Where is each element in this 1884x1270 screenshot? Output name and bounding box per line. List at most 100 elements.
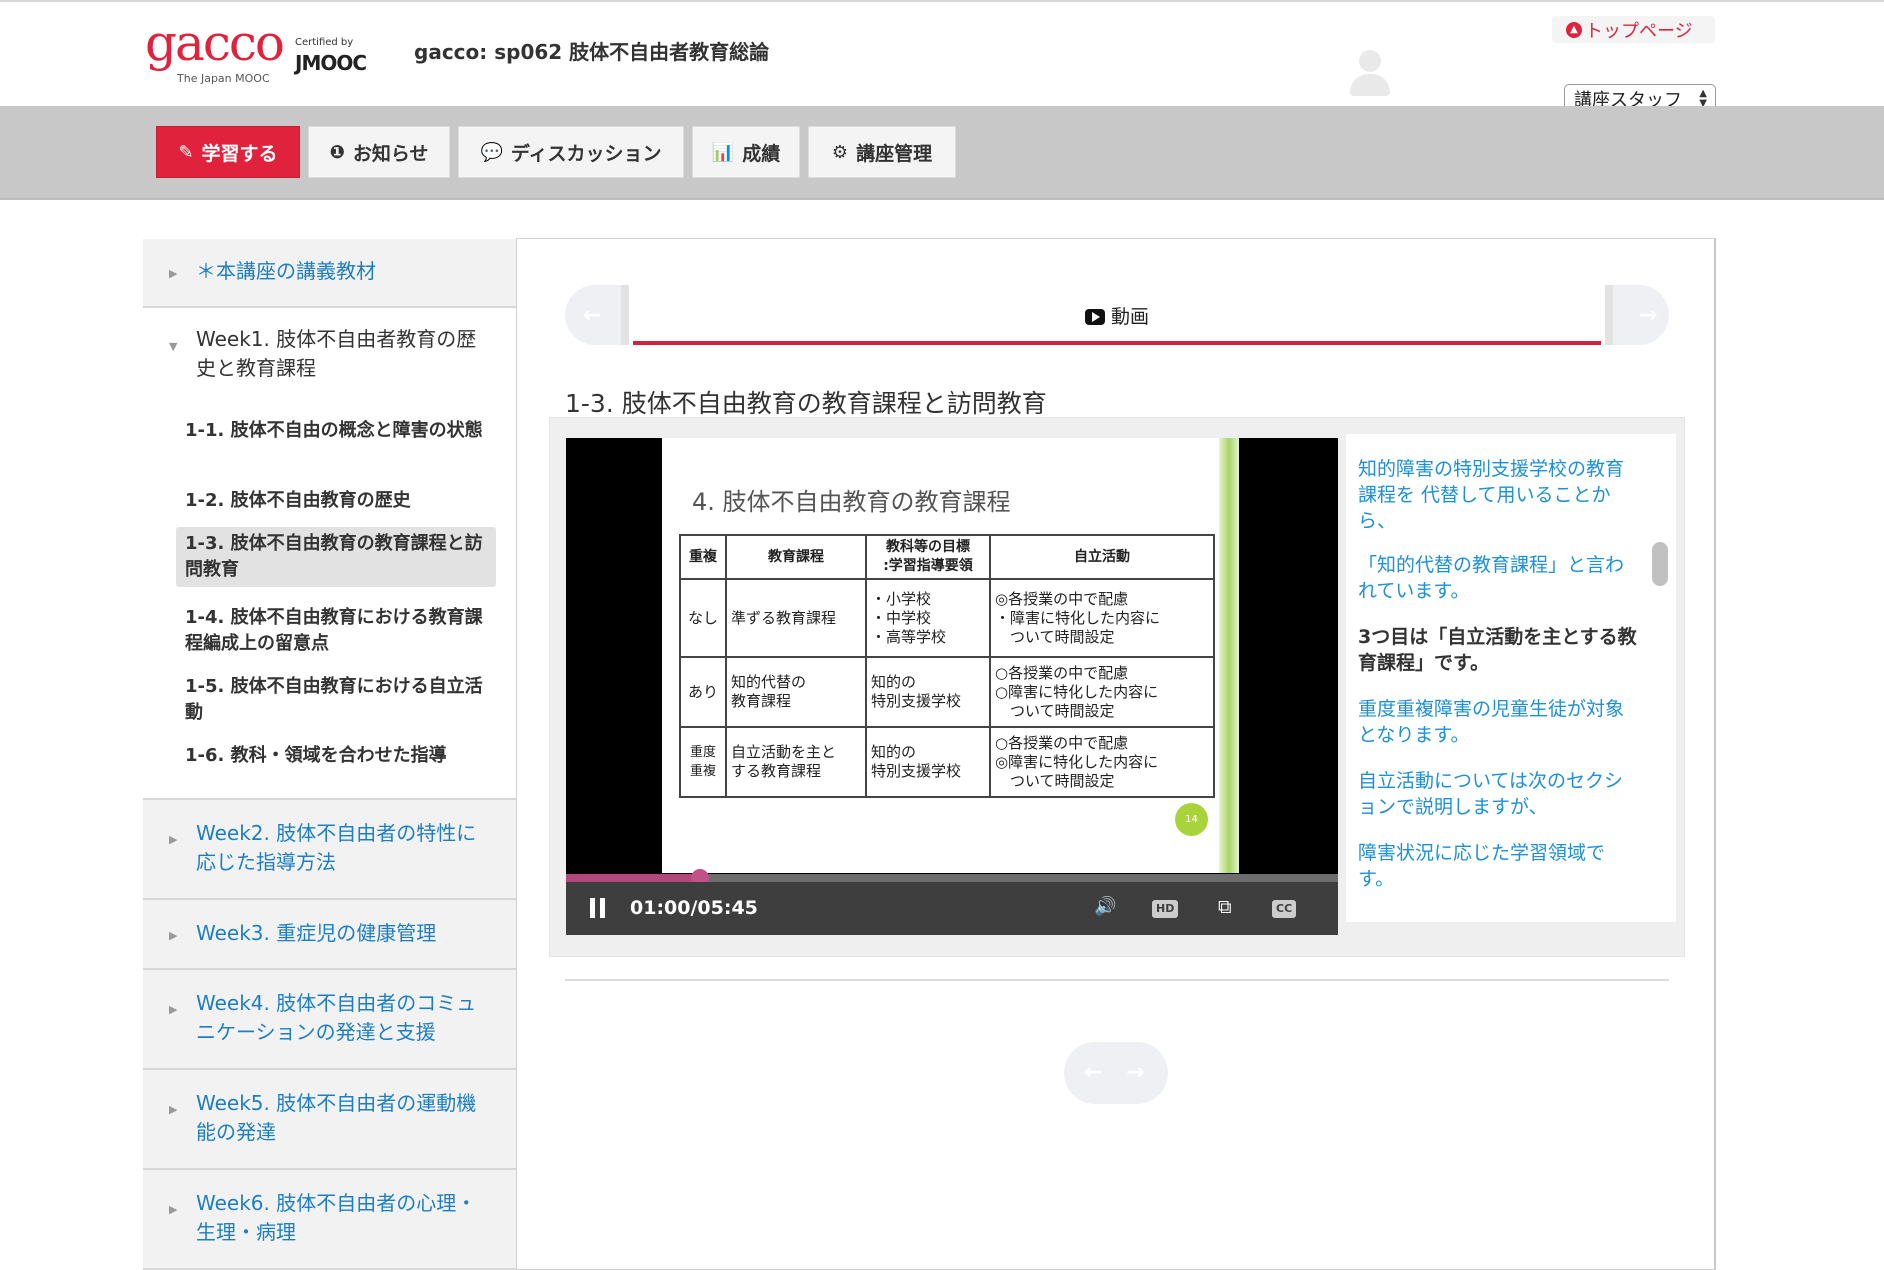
chevron-right-icon: ▶	[169, 267, 178, 280]
transcript-line[interactable]: 自立活動については次のセクションで説明しますが、	[1358, 768, 1640, 820]
outline-item-1-2[interactable]: 1-2. 肢体不自由教育の歴史	[176, 488, 496, 514]
course-nav: ✎ 学習する ❶ お知らせ 💬 ディスカッション 📊 成績 ⚙ 講座管理	[0, 106, 1884, 200]
gacco-logo[interactable]: gacco The Japan MOOC	[145, 16, 285, 86]
table-cell: 自立活動を主と する教育課程	[725, 726, 867, 798]
table-cell: なし	[679, 578, 727, 658]
course-outline: ▶ ＊本講座の講義教材 ▼ Week1. 肢体不自由者教育の歴史と教育課程 1-…	[143, 239, 517, 1270]
chevron-down-icon: ▼	[169, 340, 178, 353]
transcript-line[interactable]: 重度重複障害の児童生徒が対象となります。	[1358, 696, 1640, 748]
table-header-row: 重複 教育課程 教科等の目標 :学習指導要領 自立活動	[679, 534, 1215, 580]
unit-title: 1-3. 肢体不自由教育の教育課程と訪問教育	[565, 389, 1047, 418]
next-unit-arrow-icon[interactable]: →	[1639, 303, 1657, 328]
outline-item-1-6[interactable]: 1-6. 教科・領域を合わせた指導	[176, 743, 496, 769]
transcript-line-active[interactable]: 3つ目は「自立活動を主とする教育課程」です。	[1358, 624, 1640, 676]
table-row: なし 準ずる教育課程 ・小学校 ・中学校 ・高等学校 ◎各授業の中で配慮 ・障害…	[679, 578, 1215, 658]
jmooc-logo: JMOOC	[295, 51, 367, 75]
next-arrow-icon[interactable]: →	[1126, 1060, 1144, 1085]
video-play-icon	[1084, 309, 1105, 325]
outline-item-1-5[interactable]: 1-5. 肢体不自由教育における自立活動	[176, 674, 496, 726]
table-header-cell: 教科等の目標 :学習指導要領	[865, 534, 991, 580]
nav-learn-label: 学習する	[201, 142, 278, 165]
transcript-line[interactable]: 知的障害の特別支援学校の教育課程を 代替して用いることから、	[1358, 456, 1640, 534]
lecture-slide: 4. 肢体不自由教育の教育課程 重複 教育課程 教科等の目標 :学習指導要領 自…	[662, 438, 1239, 873]
nav-announcements-label: お知らせ	[352, 142, 429, 165]
table-cell: ○各授業の中で配慮 ○障害に特化した内容に ついて時間設定	[989, 656, 1215, 728]
outline-section-week3[interactable]: ▶ Week3. 重症児の健康管理	[143, 900, 517, 970]
pause-icon[interactable]	[590, 898, 606, 918]
nav-learn[interactable]: ✎ 学習する	[156, 126, 300, 178]
table-cell: 知的の 特別支援学校	[865, 656, 991, 728]
sequence-tab-label-wrap: 動画	[629, 302, 1605, 329]
table-cell: ・小学校 ・中学校 ・高等学校	[865, 578, 991, 658]
slide-accent-strip	[1219, 438, 1239, 873]
video-time: 01:00/05:45	[630, 897, 758, 919]
table-row: あり 知的代替の 教育課程 知的の 特別支援学校 ○各授業の中で配慮 ○障害に特…	[679, 656, 1215, 728]
outline-item-1-1[interactable]: 1-1. 肢体不自由の概念と障害の状態	[176, 418, 496, 444]
table-row: 重度 重複 自立活動を主と する教育課程 知的の 特別支援学校 ○各授業の中で配…	[679, 726, 1215, 798]
section-title: Week3. 重症児の健康管理	[196, 921, 437, 945]
table-header-cell: 自立活動	[989, 534, 1215, 580]
closed-captions-toggle[interactable]: CC	[1272, 900, 1297, 918]
active-tab-indicator	[633, 341, 1601, 345]
fullscreen-icon[interactable]: ⧉	[1218, 896, 1232, 918]
video-transcript[interactable]: 知的障害の特別支援学校の教育課程を 代替して用いることから、 「知的代替の教育課…	[1346, 434, 1676, 922]
site-header: gacco The Japan MOOC Certified by JMOOC …	[0, 2, 1884, 114]
bottom-sequence-nav: ← →	[1064, 1042, 1168, 1104]
transcript-scrollbar[interactable]	[1652, 542, 1668, 586]
logo-text: gacco	[145, 14, 285, 72]
logo-subtitle: The Japan MOOC	[177, 72, 270, 85]
volume-icon[interactable]: 🔊	[1094, 896, 1116, 917]
previous-unit-arrow-icon[interactable]: ←	[583, 303, 601, 328]
bar-chart-icon: 📊	[711, 141, 735, 163]
outline-section-week6[interactable]: ▶ Week6. 肢体不自由者の心理・生理・病理	[143, 1170, 517, 1270]
outline-section-week2[interactable]: ▶ Week2. 肢体不自由者の特性に応じた指導方法	[143, 800, 517, 900]
chevron-right-icon: ▶	[169, 929, 178, 942]
comments-icon: 💬	[480, 141, 503, 163]
table-cell: 知的代替の 教育課程	[725, 656, 867, 728]
avatar-body	[1350, 74, 1390, 96]
chevron-up-circle-icon: ▲	[1566, 21, 1582, 38]
pencil-square-icon: ✎	[178, 141, 194, 163]
user-avatar[interactable]	[1348, 50, 1392, 98]
outline-item-1-4[interactable]: 1-4. 肢体不自由教育における教育課程編成上の留意点	[176, 605, 496, 657]
table-cell: 準ずる教育課程	[725, 578, 867, 658]
chevron-right-icon: ▶	[169, 833, 178, 846]
nav-discussion-label: ディスカッション	[510, 142, 662, 165]
outline-section-week1[interactable]: ▼ Week1. 肢体不自由者教育の歴史と教育課程 1-1. 肢体不自由の概念と…	[143, 308, 517, 800]
previous-arrow-icon[interactable]: ←	[1084, 1060, 1102, 1085]
table-cell: あり	[679, 656, 727, 728]
sequence-tab-video[interactable]: 動画	[621, 285, 1613, 345]
top-page-label: トップページ	[1585, 20, 1693, 42]
section-title: Week1. 肢体不自由者教育の歴史と教育課程	[196, 327, 477, 380]
video-player[interactable]: 4. 肢体不自由教育の教育課程 重複 教育課程 教科等の目標 :学習指導要領 自…	[566, 438, 1338, 935]
video-progress-bar[interactable]	[566, 869, 1338, 887]
jmooc-certification: Certified by JMOOC	[295, 37, 375, 81]
table-cell: ○各授業の中で配慮 ◎障害に特化した内容に ついて時間設定	[989, 726, 1215, 798]
cogs-icon: ⚙	[831, 141, 849, 163]
section-title: ＊本講座の講義教材	[196, 259, 376, 283]
transcript-line[interactable]: 障害状況に応じた学習領域です。	[1358, 840, 1640, 892]
top-page-link[interactable]: ▲ トップページ	[1552, 16, 1715, 43]
hd-toggle[interactable]: HD	[1152, 900, 1179, 918]
certified-by-label: Certified by	[295, 37, 354, 48]
video-progress-fill	[566, 874, 701, 882]
slide-page-number: 14	[1175, 803, 1208, 836]
section-title: Week6. 肢体不自由者の心理・生理・病理	[196, 1191, 477, 1244]
table-header-cell: 教育課程	[725, 534, 867, 580]
nav-announcements[interactable]: ❶ お知らせ	[308, 126, 450, 178]
sequence-nav: ← 動画 →	[565, 285, 1669, 345]
outline-item-1-3[interactable]: 1-3. 肢体不自由教育の教育課程と訪問教育	[176, 527, 496, 587]
table-cell: 知的の 特別支援学校	[865, 726, 991, 798]
outline-section-week4[interactable]: ▶ Week4. 肢体不自由者のコミュニケーションの発達と支援	[143, 970, 517, 1070]
content-divider	[565, 979, 1669, 981]
outline-section-week5[interactable]: ▶ Week5. 肢体不自由者の運動機能の発達	[143, 1070, 517, 1170]
transcript-line[interactable]: 「知的代替の教育課程」と言われています。	[1358, 552, 1640, 604]
section-title: Week4. 肢体不自由者のコミュニケーションの発達と支援	[196, 991, 477, 1044]
nav-progress[interactable]: 📊 成績	[692, 126, 800, 178]
outline-section-materials[interactable]: ▶ ＊本講座の講義教材	[143, 239, 517, 308]
section-title: Week5. 肢体不自由者の運動機能の発達	[196, 1091, 477, 1144]
nav-discussion[interactable]: 💬 ディスカッション	[458, 126, 684, 178]
nav-instructor[interactable]: ⚙ 講座管理	[808, 126, 956, 178]
video-controls: 01:00/05:45 🔊 HD ⧉ CC	[566, 882, 1338, 935]
table-cell: ◎各授業の中で配慮 ・障害に特化した内容に ついて時間設定	[989, 578, 1215, 658]
